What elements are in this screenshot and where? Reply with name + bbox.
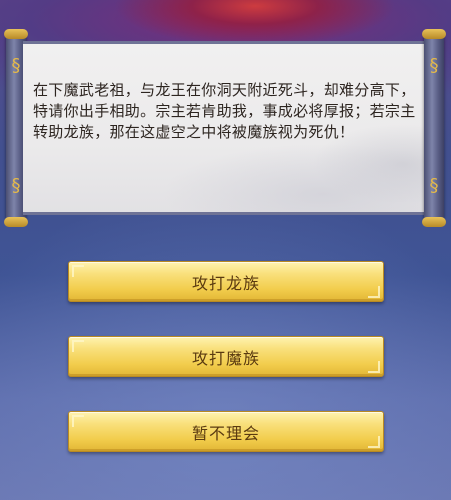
choice-label: 攻打龙族 (191, 273, 260, 293)
rod-cap-icon (4, 217, 28, 227)
scroll-paper: 在下魔武老祖，与龙王在你洞天附近死斗，却难分高下，特请你出手相助。宗主若肯助我，… (23, 41, 427, 215)
scroll-rod-ornament-icon: § (429, 55, 439, 76)
scroll-rod-ornament-icon: § (429, 175, 439, 196)
button-corner-decoration (368, 286, 380, 298)
rod-cap-icon (422, 217, 446, 227)
scroll-rod-ornament-icon: § (11, 175, 21, 196)
attack-dragon-clan-button[interactable]: 攻打龙族 (68, 261, 384, 302)
rod-cap-icon (422, 29, 446, 39)
choice-label: 暂不理会 (191, 423, 260, 443)
choice-label: 攻打魔族 (191, 348, 260, 368)
dialog-text: 在下魔武老祖，与龙王在你洞天附近死斗，却难分高下，特请你出手相助。宗主若肯助我，… (33, 81, 416, 141)
button-corner-decoration (368, 436, 380, 448)
button-corner-decoration (72, 340, 84, 352)
rod-cap-icon (4, 29, 28, 39)
scroll-rod-ornament-icon: § (11, 55, 21, 76)
dialog-scroll: § § 在下魔武老祖，与龙王在你洞天附近死斗，却难分高下，特请你出手相助。宗主若… (4, 29, 446, 227)
button-corner-decoration (368, 361, 380, 373)
attack-demon-clan-button[interactable]: 攻打魔族 (68, 336, 384, 377)
scroll-rod-right: § § (422, 29, 446, 227)
button-corner-decoration (72, 265, 84, 277)
ignore-button[interactable]: 暂不理会 (68, 411, 384, 452)
button-corner-decoration (72, 415, 84, 427)
